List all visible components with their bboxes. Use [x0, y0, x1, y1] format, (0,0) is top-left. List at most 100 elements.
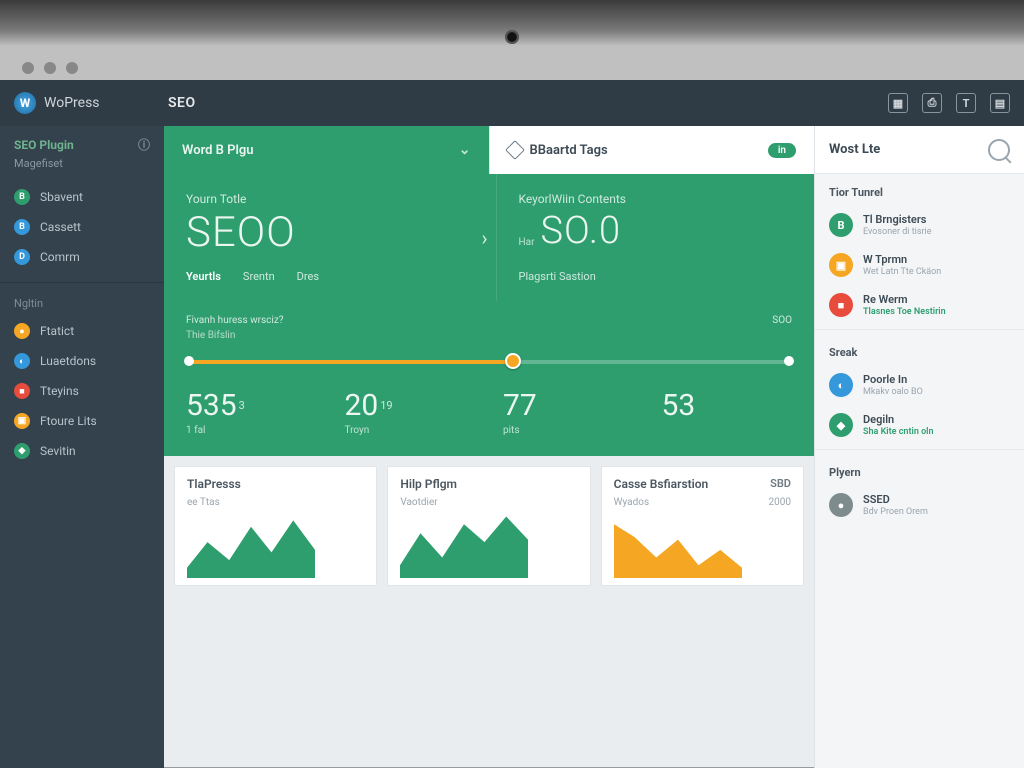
brand-logo-icon: W	[14, 92, 36, 114]
rail-item[interactable]: ◆DegilnSha Kite cntin oln	[815, 405, 1024, 445]
sidebar-item-label: Luaetdons	[40, 354, 96, 368]
topbar: W WoPress SEO ▦ ⎙ T ▤	[0, 80, 1024, 126]
badge-icon: B	[829, 213, 853, 237]
hero-right-label: KeyorlWiin Contents	[519, 192, 793, 206]
sidebar-item[interactable]: ◐ Luaetdons	[0, 346, 164, 376]
sidebar-item-label: Ftatict	[40, 324, 74, 338]
rail-item-sub: Sha Kite cntin oln	[863, 427, 934, 437]
rail-section-title: Plyern	[815, 454, 1024, 485]
rail-item[interactable]: B Tl BrngistersEvosoner di tisrie	[815, 205, 1024, 245]
topbar-title: SEO	[168, 95, 196, 111]
rail-item[interactable]: ■Re WermTlasnes Toe Nestirin	[815, 285, 1024, 325]
slider-fill	[186, 360, 513, 364]
brand[interactable]: W WoPress	[14, 92, 164, 114]
rail-item[interactable]: ●SSEDBdv Proen Orem	[815, 485, 1024, 525]
rail-item[interactable]: ◐Poorle InMkakv oalo BO	[815, 365, 1024, 405]
chart-card[interactable]: Hilp Pflgm Vaotdier	[387, 466, 590, 586]
camera-dot	[505, 30, 519, 44]
dot-icon: ◐	[14, 353, 30, 369]
sidebar-item-label: Cassett	[40, 220, 81, 234]
card-title: Casse Bsfiarstion	[614, 477, 709, 491]
sidebar-item[interactable]: ■Tteyins	[0, 376, 164, 406]
rail-title: Wost Lte	[829, 142, 880, 157]
tab-badge: in	[768, 143, 796, 158]
content-tabs: Word B Plgu ⌄ BBaartd Tags in	[164, 126, 814, 174]
rail-item-sub: Tlasnes Toe Nestirin	[863, 307, 946, 317]
sidebar-item-label: Sevitin	[40, 444, 76, 458]
hero-right-prefix: Har	[519, 237, 535, 248]
stat: 2019Troyn	[331, 391, 490, 436]
rail-item-sub: Bdv Proen Orem	[863, 507, 928, 517]
dot-icon: B	[14, 219, 30, 235]
hero-left-label: Yourn Totle	[186, 192, 460, 206]
tag-icon	[505, 140, 525, 160]
chevron-right-icon[interactable]: ›	[482, 174, 496, 301]
dot-icon: ▣	[14, 413, 30, 429]
rail-item[interactable]: ▣W TprmnWet Latn Tte Ckäon	[815, 245, 1024, 285]
main-content: Word B Plgu ⌄ BBaartd Tags in	[164, 126, 814, 768]
badge-icon: ◐	[829, 373, 853, 397]
sidebar-item[interactable]: BSbavent	[0, 182, 164, 212]
card-right-label: SBD	[770, 477, 791, 490]
subtab[interactable]: Yeurtls	[186, 270, 221, 283]
badge-icon: ▣	[829, 253, 853, 277]
window-traffic-lights	[22, 62, 78, 74]
rail-item-sub: Evosoner di tisrie	[863, 227, 932, 237]
tab-label: Word B Plgu	[182, 143, 254, 158]
slider-start-dot	[184, 356, 194, 366]
sidebar-plugin-sub: Magefiset	[0, 157, 164, 178]
info-icon: ⓘ	[138, 136, 150, 153]
sidebar-group-2: ● Ftatict ◐ Luaetdons ■Tteyins ▣Ftoure Lit…	[0, 312, 164, 470]
dot-icon: B	[14, 189, 30, 205]
rail-item-title: Degiln	[863, 413, 934, 426]
sidebar-item[interactable]: ▣Ftoure Lits	[0, 406, 164, 436]
search-icon[interactable]	[988, 139, 1010, 161]
tab-board-tags[interactable]: BBaartd Tags in	[489, 126, 815, 174]
slider-panel: Fivanh huress wrsciz? SOO Thie Bifslin	[164, 301, 814, 381]
chart-cards: TlaPresss ee Ttas Hilp Pflgm Vaotdier	[164, 456, 814, 596]
card-sub: Wyados	[614, 497, 649, 508]
slider-title: Fivanh huress wrsciz?	[186, 315, 284, 326]
dot-icon: ●	[14, 323, 30, 339]
sidebar-item[interactable]: ◆ Sevitin	[0, 436, 164, 466]
dot-icon: D	[14, 249, 30, 265]
chevron-down-icon: ⌄	[459, 142, 471, 158]
dot-icon: ◆	[14, 443, 30, 459]
sidebar-item[interactable]: D Comrm	[0, 242, 164, 272]
chart-card[interactable]: Casse Bsfiarstion SBD Wyados 2000	[601, 466, 804, 586]
subtab[interactable]: Srentn	[243, 270, 275, 283]
rail-section-title: Tior Tunrel	[815, 174, 1024, 205]
sidebar: SEO Plugin ⓘ Magefiset BSbavent B Cassett…	[0, 126, 164, 768]
card-y-label: 2000	[769, 497, 791, 508]
hero-subtabs: Yeurtls Srentn Dres	[186, 270, 460, 283]
chart-card[interactable]: TlaPresss ee Ttas	[174, 466, 377, 586]
stats-row: 53531 fal 2019Troyn 77pits 53	[164, 381, 814, 456]
sidebar-plugin-label: SEO Plugin	[14, 138, 74, 152]
tab-word-plugin[interactable]: Word B Plgu ⌄	[164, 126, 489, 174]
sidebar-item-label: Comrm	[40, 250, 80, 264]
slider-end-dot	[784, 356, 794, 366]
rail-item-title: SSED	[863, 493, 928, 506]
sidebar-item[interactable]: ● Ftatict	[0, 316, 164, 346]
sidebar-plugin-header[interactable]: SEO Plugin ⓘ	[0, 126, 164, 157]
sidebar-item-label: Tteyins	[40, 384, 79, 398]
tool-panel-icon[interactable]: ▤	[990, 93, 1010, 113]
topbar-tools: ▦ ⎙ T ▤	[888, 93, 1010, 113]
hero-panel: Yourn Totle SEOO Yeurtls Srentn Dres › K…	[164, 174, 814, 301]
card-sub: Vaotdier	[400, 497, 577, 508]
right-rail: Wost Lte Tior Tunrel B Tl BrngistersEvoso…	[814, 126, 1024, 768]
slider-knob[interactable]	[505, 353, 521, 369]
tool-text-icon[interactable]: T	[956, 93, 976, 113]
area-chart-icon	[614, 514, 742, 578]
card-title: TlaPresss	[187, 477, 364, 491]
rail-item-title: Tl Brngisters	[863, 213, 932, 226]
app-window: W WoPress SEO ▦ ⎙ T ▤ SEO Plugin ⓘ Magef…	[0, 80, 1024, 768]
slider-sub: Thie Bifslin	[186, 330, 792, 341]
rail-section-title: Sreak	[815, 334, 1024, 365]
sidebar-item[interactable]: B Cassett	[0, 212, 164, 242]
tool-print-icon[interactable]: ⎙	[922, 93, 942, 113]
progress-slider[interactable]	[186, 351, 792, 371]
area-chart-icon	[187, 514, 315, 578]
subtab[interactable]: Dres	[297, 270, 319, 283]
tool-grid-icon[interactable]: ▦	[888, 93, 908, 113]
